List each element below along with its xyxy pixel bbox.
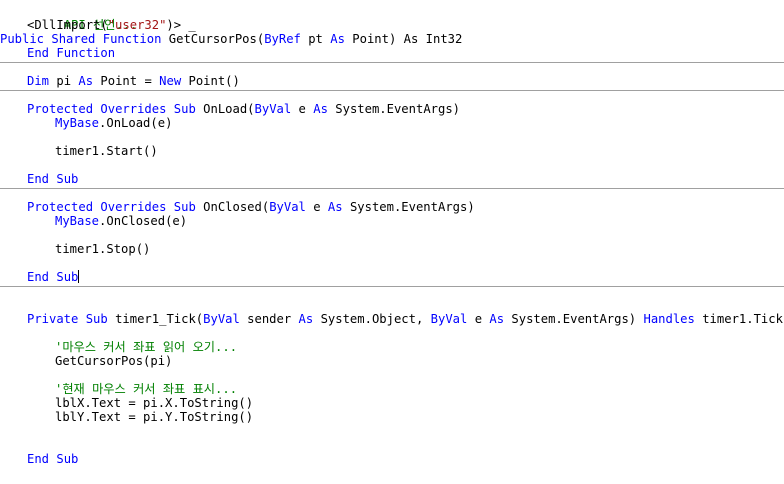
code-keyword: End bbox=[27, 270, 50, 284]
code-keyword: Private bbox=[27, 312, 79, 326]
code-line: timer1.Stop() bbox=[55, 242, 150, 256]
code-keyword: Function bbox=[56, 46, 116, 60]
code-keyword: ByVal bbox=[269, 200, 306, 214]
code-text: lblX.Text = pi.X.ToString() bbox=[55, 396, 254, 410]
code-attribute: <DllImport( bbox=[27, 18, 108, 32]
code-line: lblY.Text = pi.Y.ToString() bbox=[55, 410, 253, 424]
code-comment: '현재 마우스 커서 좌표 표시... bbox=[55, 382, 238, 396]
code-keyword: Function bbox=[102, 32, 162, 46]
code-text: )> _ bbox=[166, 18, 196, 32]
code-identifier: e bbox=[474, 312, 483, 326]
code-keyword: ByVal bbox=[203, 312, 240, 326]
code-line: MyBase.OnClosed(e) bbox=[55, 214, 187, 228]
code-keyword: Overrides bbox=[100, 200, 167, 214]
code-text: System.EventArgs) bbox=[335, 102, 461, 116]
code-keyword: Sub bbox=[173, 200, 196, 214]
code-text: .OnClosed(e) bbox=[99, 214, 188, 228]
code-keyword: As bbox=[330, 32, 345, 46]
code-line: Protected Overrides Sub OnLoad(ByVal e A… bbox=[27, 102, 460, 116]
code-text: Point = bbox=[100, 74, 152, 88]
code-text: timer1.Start() bbox=[55, 144, 158, 158]
code-identifier: OnClosed( bbox=[203, 200, 270, 214]
code-identifier: OnLoad( bbox=[203, 102, 255, 116]
procedure-separator bbox=[0, 62, 784, 63]
code-keyword: Sub bbox=[56, 270, 79, 284]
code-keyword: End bbox=[27, 452, 50, 466]
code-keyword: End bbox=[27, 172, 50, 186]
code-text: Point) As Int32 bbox=[352, 32, 463, 46]
code-text: timer1.Stop() bbox=[55, 242, 151, 256]
code-identifier: timer1_Tick( bbox=[115, 312, 204, 326]
code-keyword: Handles bbox=[643, 312, 695, 326]
code-text: GetCursorPos(pi) bbox=[55, 354, 173, 368]
code-keyword: End bbox=[27, 46, 50, 60]
procedure-separator bbox=[0, 188, 784, 189]
code-identifier: e bbox=[298, 102, 306, 116]
code-keyword: As bbox=[489, 312, 505, 326]
code-keyword: As bbox=[327, 200, 343, 214]
code-keyword: Sub bbox=[85, 312, 108, 326]
code-line: End Function bbox=[27, 46, 115, 60]
code-keyword: Sub bbox=[56, 452, 79, 466]
code-keyword: ByVal bbox=[430, 312, 468, 326]
code-line: GetCursorPos(pi) bbox=[55, 354, 172, 368]
code-line: timer1.Start() bbox=[55, 144, 158, 158]
code-line: Private Sub timer1_Tick(ByVal sender As … bbox=[27, 312, 783, 326]
code-identifier: pi bbox=[56, 74, 72, 88]
code-keyword: Dim bbox=[27, 74, 50, 88]
code-text: System.EventArgs) bbox=[349, 200, 475, 214]
code-identifier: sender bbox=[247, 312, 292, 326]
code-keyword: Protected bbox=[27, 200, 94, 214]
procedure-separator bbox=[0, 90, 784, 91]
code-string: "user32" bbox=[107, 18, 167, 32]
code-keyword: ByVal bbox=[254, 102, 292, 116]
code-text: System.Object, bbox=[320, 312, 424, 326]
code-text: System.EventArgs) bbox=[511, 312, 637, 326]
code-line: Protected Overrides Sub OnClosed(ByVal e… bbox=[27, 200, 475, 214]
code-line: End Sub bbox=[27, 452, 78, 466]
code-line: Dim pi As Point = New Point() bbox=[27, 74, 240, 88]
text-caret bbox=[78, 270, 80, 283]
code-line: End Sub bbox=[27, 172, 78, 186]
code-keyword: Sub bbox=[173, 102, 196, 116]
code-keyword: Public bbox=[0, 32, 45, 46]
code-line: <DllImport("user32")> _ bbox=[27, 18, 196, 32]
code-line: '현재 마우스 커서 좌표 표시... bbox=[55, 382, 237, 396]
code-keyword: Overrides bbox=[100, 102, 167, 116]
code-line: 'API 선언... bbox=[27, 4, 137, 32]
code-line: '마우스 커서 좌표 읽어 오기... bbox=[55, 340, 237, 354]
code-comment: '마우스 커서 좌표 읽어 오기... bbox=[55, 340, 238, 354]
code-keyword: MyBase bbox=[55, 214, 100, 228]
code-text: Point() bbox=[188, 74, 240, 88]
code-identifier: pt bbox=[308, 32, 323, 46]
code-keyword: Sub bbox=[56, 172, 79, 186]
code-line: Public Shared Function GetCursorPos(ByRe… bbox=[0, 32, 462, 46]
code-text: .OnLoad(e) bbox=[99, 116, 173, 130]
code-identifier: GetCursorPos( bbox=[168, 32, 265, 46]
code-keyword: New bbox=[159, 74, 182, 88]
code-editor[interactable]: 'API 선언... <DllImport("user32")> _ Publi… bbox=[0, 0, 784, 484]
code-line: MyBase.OnLoad(e) bbox=[55, 116, 172, 130]
code-identifier: timer1.Tick bbox=[702, 312, 783, 326]
code-keyword: As bbox=[298, 312, 314, 326]
code-line: lblX.Text = pi.X.ToString() bbox=[55, 396, 253, 410]
code-line: End Sub bbox=[27, 270, 80, 284]
code-keyword: Shared bbox=[51, 32, 96, 46]
code-keyword: MyBase bbox=[55, 116, 100, 130]
code-keyword: ByRef bbox=[264, 32, 301, 46]
procedure-separator bbox=[0, 286, 784, 287]
code-keyword: Protected bbox=[27, 102, 94, 116]
code-keyword: As bbox=[313, 102, 328, 116]
code-keyword: As bbox=[78, 74, 94, 88]
code-identifier: e bbox=[313, 200, 321, 214]
code-text: lblY.Text = pi.Y.ToString() bbox=[55, 410, 254, 424]
